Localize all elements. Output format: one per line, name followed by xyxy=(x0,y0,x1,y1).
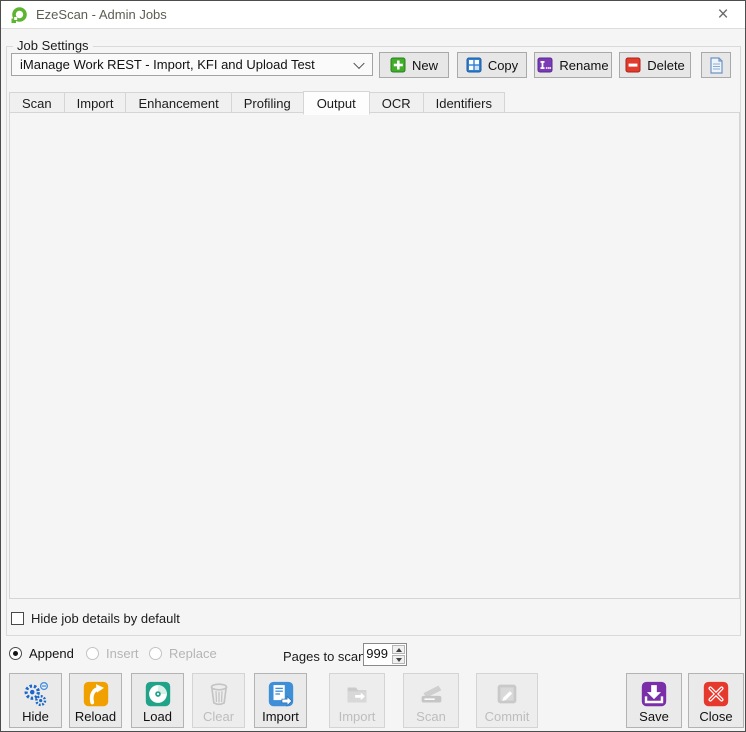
output-tab-panel xyxy=(9,112,740,599)
radio-label: Insert xyxy=(106,646,139,661)
load-disc-icon xyxy=(143,679,173,709)
delete-button-label: Delete xyxy=(647,58,685,73)
reload-button[interactable]: Reload xyxy=(69,673,122,728)
checkbox-label: Hide job details by default xyxy=(31,611,180,626)
radio-label: Append xyxy=(29,646,74,661)
new-icon xyxy=(390,57,406,73)
window-close-icon[interactable]: × xyxy=(701,1,745,28)
spinner-down-button[interactable] xyxy=(392,655,405,664)
tab-profiling[interactable]: Profiling xyxy=(231,92,304,113)
tab-import[interactable]: Import xyxy=(64,92,127,113)
radio-label: Replace xyxy=(169,646,217,661)
chevron-down-icon xyxy=(353,57,364,68)
scanner-icon xyxy=(416,679,446,709)
rename-icon xyxy=(537,57,553,73)
import-folder-icon xyxy=(342,679,372,709)
radio-append[interactable]: Append xyxy=(9,646,74,661)
job-settings-group-label: Job Settings xyxy=(13,38,93,53)
title-bar: EzeScan - Admin Jobs × xyxy=(1,1,745,29)
pages-to-scan-value: 999 xyxy=(364,644,391,665)
new-button[interactable]: New xyxy=(379,52,449,78)
commit-button-label: Commit xyxy=(485,709,530,724)
tab-enhancement[interactable]: Enhancement xyxy=(125,92,231,113)
job-selector-combobox[interactable]: iManage Work REST - Import, KFI and Uplo… xyxy=(11,53,373,76)
reload-icon xyxy=(81,679,111,709)
radio-replace: Replace xyxy=(149,646,217,661)
radio-dot xyxy=(9,647,22,660)
tab-ocr[interactable]: OCR xyxy=(369,92,424,113)
ezescan-admin-jobs-window: EzeScan - Admin Jobs × Job Settings iMan… xyxy=(0,0,746,732)
import-folder-button-label: Import xyxy=(339,709,376,724)
hide-gears-icon xyxy=(21,679,51,709)
save-icon xyxy=(639,679,669,709)
checkbox-box xyxy=(11,612,24,625)
load-button-label: Load xyxy=(143,709,172,724)
job-notes-button[interactable] xyxy=(701,52,731,78)
save-button-label: Save xyxy=(639,709,669,724)
copy-button-label: Copy xyxy=(488,58,518,73)
window-title: EzeScan - Admin Jobs xyxy=(36,7,167,22)
arrow-down-icon xyxy=(396,658,402,662)
delete-button[interactable]: Delete xyxy=(619,52,691,78)
hide-button[interactable]: Hide xyxy=(9,673,62,728)
import-button-label: Import xyxy=(262,709,299,724)
job-selector-value: iManage Work REST - Import, KFI and Uplo… xyxy=(20,57,315,72)
save-button[interactable]: Save xyxy=(626,673,682,728)
commit-icon xyxy=(492,679,522,709)
commit-button: Commit xyxy=(476,673,538,728)
trash-icon xyxy=(204,679,234,709)
checkbox-hide-job-details[interactable]: Hide job details by default xyxy=(11,611,180,626)
clear-button-label: Clear xyxy=(203,709,234,724)
close-button-label: Close xyxy=(699,709,732,724)
scan-button: Scan xyxy=(403,673,459,728)
rename-button-label: Rename xyxy=(559,58,608,73)
close-icon xyxy=(701,679,731,709)
radio-dot xyxy=(86,647,99,660)
delete-icon xyxy=(625,57,641,73)
load-button[interactable]: Load xyxy=(131,673,184,728)
import-folder-button: Import xyxy=(329,673,385,728)
copy-button[interactable]: Copy xyxy=(457,52,527,78)
tab-identifiers[interactable]: Identifiers xyxy=(423,92,505,113)
scan-button-label: Scan xyxy=(416,709,446,724)
tab-scan[interactable]: Scan xyxy=(9,92,65,113)
spinner-up-button[interactable] xyxy=(392,645,405,654)
import-button[interactable]: Import xyxy=(254,673,307,728)
pages-to-scan-spinner[interactable]: 999 xyxy=(363,643,407,666)
new-button-label: New xyxy=(412,58,438,73)
rename-button[interactable]: Rename xyxy=(534,52,612,78)
close-button[interactable]: Close xyxy=(688,673,744,728)
pages-to-scan-label: Pages to scan xyxy=(283,649,365,664)
radio-insert: Insert xyxy=(86,646,139,661)
hide-button-label: Hide xyxy=(22,709,49,724)
arrow-up-icon xyxy=(396,648,402,652)
radio-dot xyxy=(149,647,162,660)
tab-strip: Scan Import Enhancement Profiling Output… xyxy=(9,91,504,113)
import-document-icon xyxy=(266,679,296,709)
document-icon xyxy=(709,57,724,74)
reload-button-label: Reload xyxy=(75,709,116,724)
tab-output[interactable]: Output xyxy=(303,91,370,115)
ezescan-logo-icon xyxy=(10,6,28,24)
copy-icon xyxy=(466,57,482,73)
clear-button: Clear xyxy=(192,673,245,728)
